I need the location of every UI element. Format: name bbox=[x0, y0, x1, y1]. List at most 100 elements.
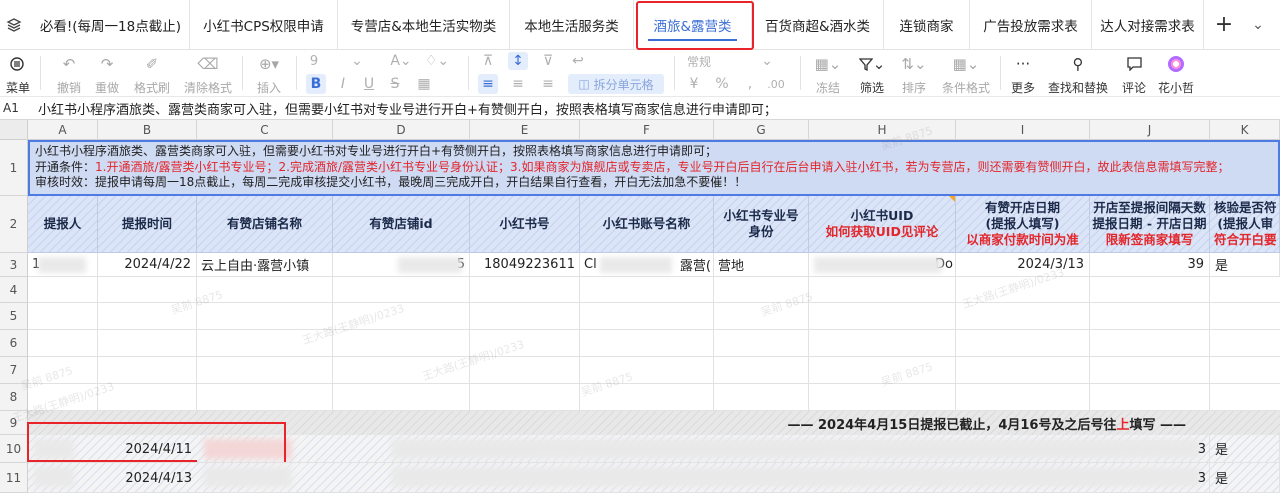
assistant-button[interactable]: 花小哲 bbox=[1156, 53, 1196, 96]
more-button[interactable]: ··· 更多 bbox=[1008, 53, 1038, 96]
column-header-h[interactable]: H bbox=[809, 120, 956, 140]
header-xhs-number[interactable]: 小红书号 bbox=[470, 196, 580, 253]
fill-color-icon[interactable]: ♢⌄ bbox=[424, 52, 450, 70]
empty-row-4[interactable] bbox=[28, 277, 1280, 303]
column-header-d[interactable]: D bbox=[333, 120, 470, 140]
header-shop-id[interactable]: 有赞店铺id bbox=[333, 196, 470, 253]
row-header-8[interactable]: 8 bbox=[0, 384, 28, 411]
row-header-11[interactable]: 11 bbox=[0, 463, 28, 493]
header-submitter[interactable]: 提报人 bbox=[28, 196, 98, 253]
row-header-10[interactable]: 10 bbox=[0, 435, 28, 463]
thousand-separator-icon[interactable]: , bbox=[740, 74, 760, 94]
underline-icon[interactable]: U bbox=[360, 74, 378, 94]
column-header-i[interactable]: I bbox=[956, 120, 1090, 140]
cell-j10[interactable]: 3 bbox=[1190, 435, 1210, 463]
redo-button[interactable]: ↷ 重做 bbox=[90, 53, 124, 96]
insert-button[interactable]: ⊕▾ 插入 bbox=[252, 53, 286, 96]
header-interval-days[interactable]: 开店至提报间隔天数 提报日期 - 开店日期 限新签商家填写 bbox=[1090, 196, 1210, 253]
add-sheet-button[interactable]: + bbox=[1204, 0, 1244, 49]
align-center-icon[interactable]: ≡ bbox=[508, 74, 528, 94]
conditional-format-button[interactable]: ▦⌄ 条件格式 bbox=[938, 53, 994, 96]
deadline-banner[interactable]: —— 2024年4月15日提报已截止，4月16号及之后号往上填写 —— bbox=[28, 411, 1280, 435]
cell-c3[interactable]: 云上自由·露营小镇 bbox=[197, 253, 333, 277]
split-cells-button[interactable]: ◫ 拆分单元格 bbox=[568, 74, 664, 94]
tab-local-service[interactable]: 本地生活服务类 bbox=[510, 0, 634, 49]
column-header-a[interactable]: A bbox=[28, 120, 98, 140]
cell-e3[interactable]: 18049223611 bbox=[470, 253, 580, 277]
row-header-2[interactable]: 2 bbox=[0, 196, 28, 253]
filter-button[interactable]: ⌄ 筛选 bbox=[854, 53, 890, 96]
undo-button[interactable]: ↶ 撤销 bbox=[52, 53, 86, 96]
column-header-b[interactable]: B bbox=[98, 120, 197, 140]
cell-i3[interactable]: 2024/3/13 bbox=[956, 253, 1090, 277]
percent-icon[interactable]: % bbox=[712, 74, 732, 94]
clear-format-button[interactable]: ⌫ 清除格式 bbox=[180, 53, 236, 96]
comment-button[interactable]: 评论 bbox=[1118, 53, 1150, 96]
column-header-k[interactable]: K bbox=[1210, 120, 1280, 140]
italic-icon[interactable]: I bbox=[334, 74, 352, 94]
empty-row-6[interactable] bbox=[28, 330, 1280, 357]
number-format-select[interactable]: 常规 bbox=[684, 52, 714, 70]
strikethrough-icon[interactable]: S bbox=[386, 74, 404, 94]
sort-button[interactable]: ⇅⌄ 排序 bbox=[896, 53, 932, 96]
tab-ad-request[interactable]: 广告投放需求表 bbox=[970, 0, 1092, 49]
align-top-icon[interactable]: ⊼ bbox=[478, 52, 498, 70]
row-header-4[interactable]: 4 bbox=[0, 277, 28, 303]
column-header-f[interactable]: F bbox=[580, 120, 714, 140]
tab-specialty-store[interactable]: 专营店&本地生活实物类 bbox=[338, 0, 510, 49]
row-header-5[interactable]: 5 bbox=[0, 303, 28, 330]
header-xhs-account-name[interactable]: 小红书账号名称 bbox=[580, 196, 714, 253]
row-header-1[interactable]: 1 bbox=[0, 140, 28, 196]
chevron-down-icon[interactable]: ⌄ bbox=[760, 52, 774, 70]
wrap-text-icon[interactable]: ↩ bbox=[568, 52, 588, 70]
tab-influencer-request[interactable]: 达人对接需求表 bbox=[1092, 0, 1204, 49]
cell-j11[interactable]: 3 bbox=[1190, 463, 1210, 493]
tab-hotel-camping[interactable]: 酒旅&露营类 bbox=[634, 0, 752, 49]
tab-must-read[interactable]: 必看!(每周一18点截止) bbox=[28, 0, 190, 49]
formula-input[interactable]: 小红书小程序酒旅类、露营类商家可入驻，但需要小红书对专业号进行开白+有赞侧开白，… bbox=[30, 99, 777, 118]
row-header-3[interactable]: 3 bbox=[0, 253, 28, 277]
header-xhs-uid[interactable]: 小红书UID 如何获取UID见评论 bbox=[809, 196, 956, 253]
comment-indicator-icon[interactable] bbox=[949, 196, 955, 202]
align-bottom-icon[interactable]: ⊽ bbox=[538, 52, 558, 70]
format-painter-button[interactable]: ✐ 格式刷 bbox=[130, 53, 174, 96]
cell-b10[interactable]: 2024/4/11 bbox=[98, 435, 197, 463]
sheet-list-icon[interactable] bbox=[0, 0, 28, 49]
empty-row-5[interactable] bbox=[28, 303, 1280, 330]
font-color-icon[interactable]: A⌄ bbox=[388, 52, 414, 70]
header-verify[interactable]: 核验是否符 (提报人审 符合开白要 bbox=[1210, 196, 1280, 253]
row-header-9[interactable]: 9 bbox=[0, 411, 28, 435]
row-header-6[interactable]: 6 bbox=[0, 330, 28, 357]
empty-row-8[interactable] bbox=[28, 384, 1280, 411]
header-shop-name[interactable]: 有赞店铺名称 bbox=[197, 196, 333, 253]
border-icon[interactable]: ▦ bbox=[414, 74, 434, 94]
header-xhs-identity[interactable]: 小红书专业号身份 bbox=[714, 196, 809, 253]
cell-b11[interactable]: 2024/4/13 bbox=[98, 463, 197, 493]
decimal-icon[interactable]: .00 bbox=[764, 74, 788, 94]
column-header-c[interactable]: C bbox=[197, 120, 333, 140]
header-open-date[interactable]: 有赞开店日期 (提报人填写) 以商家付款时间为准 bbox=[956, 196, 1090, 253]
cell-k11[interactable]: 是 bbox=[1210, 463, 1280, 493]
column-header-j[interactable]: J bbox=[1090, 120, 1210, 140]
chevron-down-icon[interactable]: ⌄ bbox=[1244, 0, 1272, 49]
row-header-7[interactable]: 7 bbox=[0, 357, 28, 384]
cell-k3[interactable]: 是 bbox=[1210, 253, 1280, 277]
bold-icon[interactable]: B bbox=[306, 74, 326, 94]
tab-department-store[interactable]: 百货商超&酒水类 bbox=[752, 0, 884, 49]
tab-xhs-cps[interactable]: 小红书CPS权限申请 bbox=[190, 0, 338, 49]
cell-reference[interactable]: A1 bbox=[0, 101, 30, 115]
find-replace-button[interactable]: ⚲ 查找和替换 bbox=[1046, 53, 1110, 96]
align-right-icon[interactable]: ≡ bbox=[538, 74, 558, 94]
cell-k10[interactable]: 是 bbox=[1210, 435, 1280, 463]
cell-j3[interactable]: 39 bbox=[1090, 253, 1210, 277]
chevron-down-icon[interactable]: ⌄ bbox=[350, 52, 364, 70]
align-middle-icon[interactable]: ↕ bbox=[508, 52, 528, 70]
font-size-value[interactable]: 9 bbox=[306, 52, 322, 70]
tab-chain-merchant[interactable]: 连锁商家 bbox=[884, 0, 970, 49]
select-all-corner[interactable] bbox=[0, 120, 28, 140]
freeze-button[interactable]: ▦⌄ 冻结 bbox=[810, 53, 846, 96]
cell-b3[interactable]: 2024/4/22 bbox=[98, 253, 197, 277]
align-left-icon[interactable]: ≡ bbox=[478, 74, 498, 94]
menu-button[interactable]: 菜单 bbox=[4, 53, 32, 96]
notice-cell[interactable]: 小红书小程序酒旅类、露营类商家可入驻，但需要小红书对专业号进行开白+有赞侧开白，… bbox=[28, 140, 1280, 196]
